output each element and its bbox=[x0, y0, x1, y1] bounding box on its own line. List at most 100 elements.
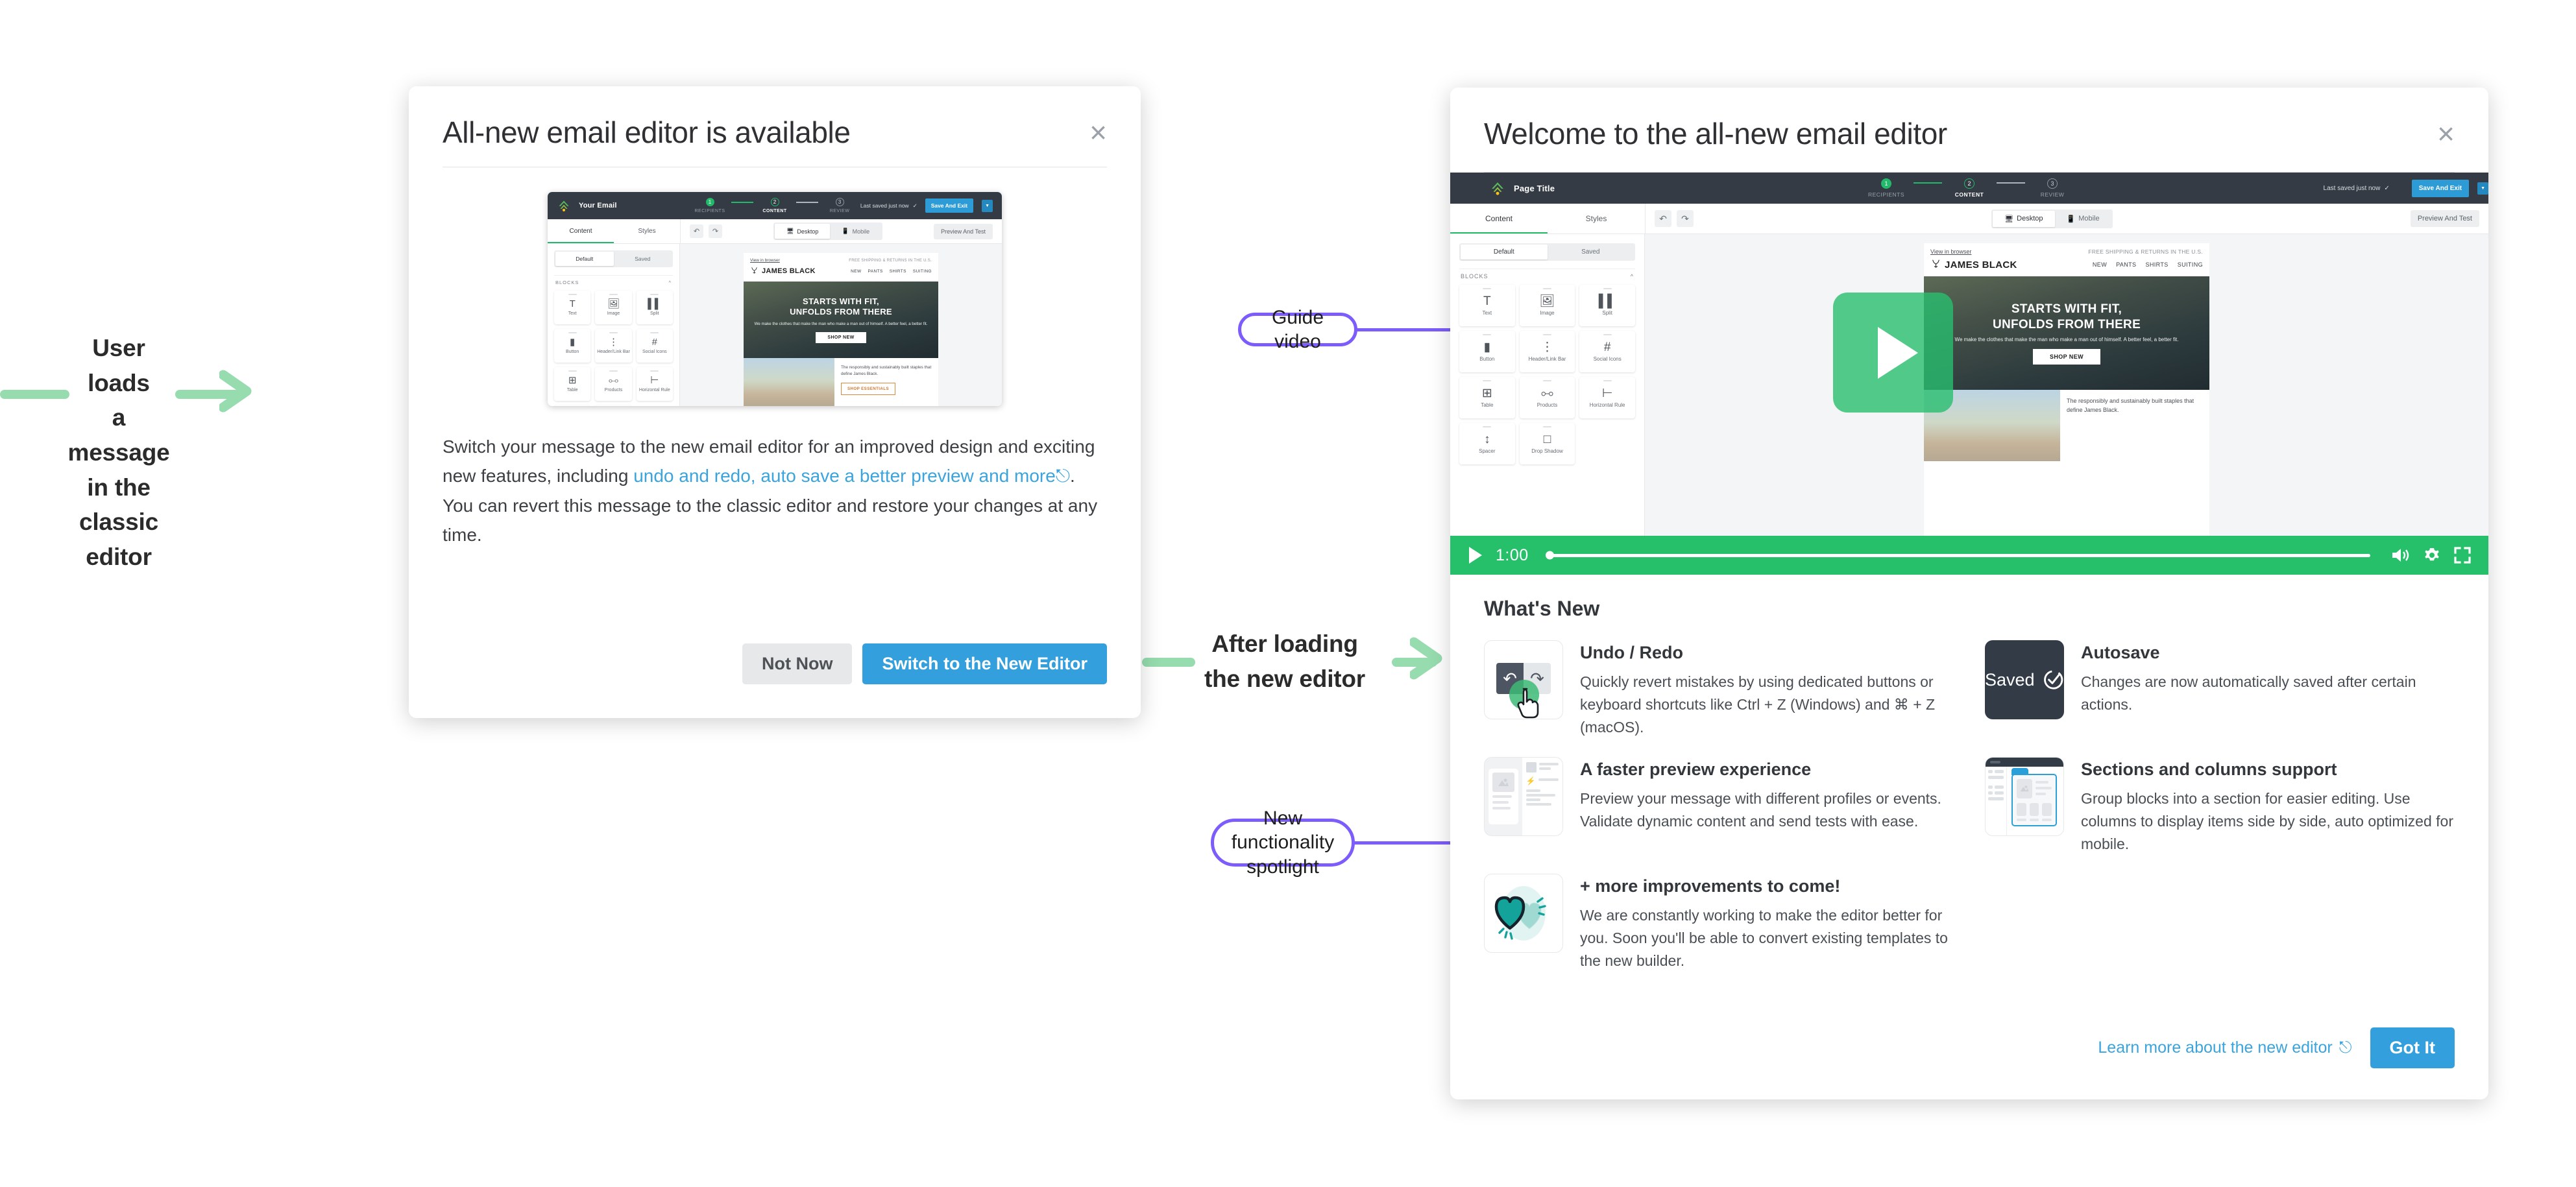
modal2-title: Welcome to the all-new email editor bbox=[1484, 117, 1947, 150]
block-text[interactable]: T Text bbox=[1459, 285, 1515, 326]
block-table-label: Table bbox=[1481, 402, 1494, 408]
play-button-overlay[interactable] bbox=[1833, 293, 1953, 413]
fullscreen-icon[interactable] bbox=[2453, 546, 2472, 564]
view-mode-mobile-label: Mobile bbox=[2078, 215, 2100, 222]
switch-to-new-editor-button[interactable]: Switch to the New Editor bbox=[862, 643, 1107, 684]
view-mode-desktop[interactable]: 🖥 Desktop bbox=[774, 224, 831, 239]
view-in-browser-link[interactable]: View in browser bbox=[750, 258, 780, 263]
tab-styles[interactable]: Styles bbox=[614, 219, 680, 243]
view-mode-desktop[interactable]: 🖥 Desktop bbox=[1993, 210, 2055, 227]
chevron-down-icon[interactable]: ▼ bbox=[982, 199, 993, 212]
video-controls-bar: 1:00 bbox=[1450, 536, 2488, 575]
block-social-icons[interactable]: # Social Icons bbox=[636, 329, 673, 363]
view-mode-mobile[interactable]: 📱 Mobile bbox=[830, 224, 881, 239]
block-horizontal-rule[interactable]: ⊢ Horizontal Rule bbox=[1579, 377, 1635, 418]
preview-and-test-button[interactable]: Preview And Test bbox=[934, 223, 993, 239]
email-hero-line2: UNFOLDS FROM THERE bbox=[1992, 317, 2141, 331]
video-progress-knob[interactable] bbox=[1545, 551, 1554, 560]
play-icon bbox=[1877, 326, 1918, 379]
block-split[interactable]: ▌▌ Split bbox=[1579, 285, 1635, 326]
block-table[interactable]: ⊞ Table bbox=[1459, 377, 1515, 418]
blocks-section-header[interactable]: BLOCKS ^ bbox=[1459, 269, 1635, 285]
email-hero-button[interactable]: SHOP NEW bbox=[2032, 349, 2101, 365]
step-1-label: RECIPIENTS bbox=[1867, 191, 1904, 198]
undo-icon[interactable]: ↶ bbox=[1655, 210, 1671, 227]
preview-and-test-button[interactable]: Preview And Test bbox=[2410, 210, 2479, 227]
got-it-button[interactable]: Got It bbox=[2370, 1027, 2455, 1068]
email-brand: JAMES BLACK bbox=[750, 267, 816, 276]
block-header-link-bar[interactable]: ⋮ Header/Link Bar bbox=[595, 329, 632, 363]
pill-saved[interactable]: Saved bbox=[1548, 245, 1634, 259]
save-and-exit-button[interactable]: Save And Exit bbox=[925, 198, 974, 213]
block-image[interactable]: 🖼 Image bbox=[595, 291, 632, 324]
learn-more-link[interactable]: Learn more about the new editor ⎋ bbox=[2098, 1038, 2351, 1057]
view-in-browser-link[interactable]: View in browser bbox=[1930, 248, 1971, 255]
guide-video-player[interactable]: Page Title 1 RECIPIENTS 2 CONTENT 3 REVI… bbox=[1450, 173, 2488, 575]
shipping-note: FREE SHIPPING & RETURNS IN THE U.S. bbox=[849, 258, 932, 263]
block-products[interactable]: ⧟ Products bbox=[595, 367, 632, 401]
close-icon[interactable]: × bbox=[1089, 117, 1107, 147]
mobile-icon: 📱 bbox=[842, 228, 849, 234]
thumbnail-canvas bbox=[2007, 767, 2063, 835]
app-logo-icon bbox=[559, 200, 569, 211]
block-social-icons[interactable]: # Social Icons bbox=[1579, 331, 1635, 372]
block-drop-shadow[interactable]: □Drop Shadow bbox=[595, 405, 632, 406]
block-header-link-bar[interactable]: ⋮ Header/Link Bar bbox=[1519, 331, 1575, 372]
pill-default[interactable]: Default bbox=[1461, 245, 1548, 259]
video-email-preview: View in browser FREE SHIPPING & RETURNS … bbox=[1924, 243, 2209, 539]
blocks-section-header[interactable]: BLOCKS ^ bbox=[554, 275, 673, 291]
email-hero-sub: We make the clothes that make the man wh… bbox=[1954, 337, 2179, 343]
external-link-icon[interactable]: ⎋ bbox=[1056, 466, 1070, 486]
close-icon[interactable]: × bbox=[2437, 119, 2455, 149]
avatar-icon bbox=[1525, 761, 1537, 773]
email-essentials-button[interactable]: SHOP ESSENTIALS bbox=[841, 382, 895, 395]
save-and-exit-button[interactable]: Save And Exit bbox=[2411, 179, 2470, 197]
blocks-header-label: BLOCKS bbox=[1461, 273, 1488, 280]
desktop-icon: 🖥 bbox=[2004, 215, 2014, 223]
email-nav: JAMES BLACK NEW PANTS SHIRTS SUITING bbox=[1924, 258, 2209, 276]
step-connector-2 bbox=[1997, 182, 2025, 184]
pill-saved[interactable]: Saved bbox=[614, 252, 672, 266]
modal1-features-link[interactable]: undo and redo, auto save a better previe… bbox=[633, 466, 1056, 486]
block-horizontal-rule[interactable]: ⊢ Horizontal Rule bbox=[636, 367, 673, 401]
block-button[interactable]: ▮ Button bbox=[1459, 331, 1515, 372]
block-table[interactable]: ⊞ Table bbox=[554, 367, 591, 401]
video-body: Default Saved BLOCKS ^ T Text 🖼 Image ▌▌ Sp… bbox=[1450, 234, 2488, 539]
block-spacer[interactable]: ↕Spacer bbox=[1459, 423, 1515, 464]
link-bar-icon: ⋮ bbox=[608, 337, 618, 348]
redo-icon[interactable]: ↷ bbox=[709, 224, 722, 238]
email-hero-button[interactable]: SHOP NEW bbox=[816, 332, 866, 344]
block-products[interactable]: ⧟ Products bbox=[1519, 377, 1575, 418]
video-progress-slider[interactable] bbox=[1545, 551, 2370, 560]
not-now-button[interactable]: Not Now bbox=[742, 643, 853, 684]
block-text[interactable]: T Text bbox=[554, 291, 591, 324]
undo-icon[interactable]: ↶ bbox=[690, 224, 703, 238]
volume-icon[interactable] bbox=[2390, 546, 2411, 565]
step-2-dot: 2 bbox=[1964, 178, 1975, 189]
chevron-down-icon[interactable]: ▼ bbox=[2477, 182, 2488, 195]
block-button[interactable]: ▮ Button bbox=[554, 329, 591, 363]
play-icon[interactable] bbox=[1467, 546, 1484, 565]
block-split[interactable]: ▌▌ Split bbox=[636, 291, 673, 324]
block-spacer[interactable]: ↕Spacer bbox=[554, 405, 591, 406]
block-drop-shadow[interactable]: □Drop Shadow bbox=[1519, 423, 1575, 464]
redo-icon[interactable]: ↷ bbox=[1677, 210, 1694, 227]
cursor-hand-icon bbox=[1517, 688, 1539, 719]
gear-icon[interactable] bbox=[2422, 546, 2442, 565]
step-3-dot: 3 bbox=[835, 198, 844, 206]
email-nav: JAMES BLACK NEW PANTS SHIRTS SUITING bbox=[744, 265, 938, 282]
view-mode-mobile[interactable]: 📱 Mobile bbox=[2055, 211, 2111, 227]
tab-content[interactable]: Content bbox=[1450, 204, 1548, 234]
undo-redo-thumbnail: ↶ ↷ bbox=[1484, 640, 1563, 719]
email-body-copy: The responsibly and sustainably built st… bbox=[841, 365, 932, 377]
email-body-copy: The responsibly and sustainably built st… bbox=[2067, 398, 2194, 414]
feature-title: A faster preview experience bbox=[1580, 759, 1812, 779]
tab-styles[interactable]: Styles bbox=[1548, 204, 1645, 234]
email-brand-label: JAMES BLACK bbox=[762, 267, 816, 275]
block-image[interactable]: 🖼 Image bbox=[1519, 285, 1575, 326]
tab-content[interactable]: Content bbox=[548, 219, 614, 243]
check-circle-icon: ✓ bbox=[912, 202, 917, 209]
pill-default[interactable]: Default bbox=[555, 252, 614, 266]
video-current-time: 1:00 bbox=[1496, 546, 1529, 564]
email-preheader: View in browser FREE SHIPPING & RETURNS … bbox=[1924, 243, 2209, 258]
